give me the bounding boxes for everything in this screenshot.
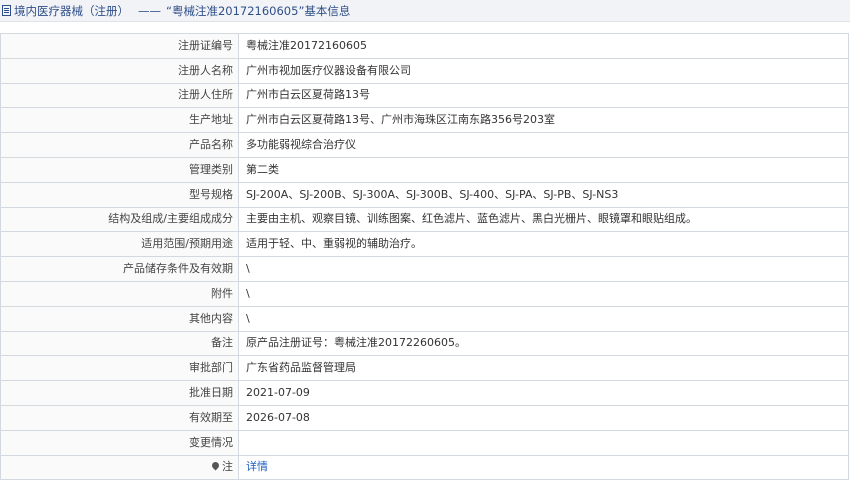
row-label: 产品储存条件及有效期 xyxy=(0,256,239,282)
table-row: 产品名称 多功能弱视综合治疗仪 xyxy=(0,132,849,158)
row-value: 广州市白云区夏荷路13号 xyxy=(238,82,849,109)
row-label: 注册人名称 xyxy=(0,57,239,84)
table-row: 注册证编号 粤械注准20172160605 xyxy=(0,33,849,59)
row-value: 适用于轻、中、重弱视的辅助治疗。 xyxy=(238,231,849,258)
table-row: 注册人住所 广州市白云区夏荷路13号 xyxy=(0,82,849,109)
table-row: 其他内容 \ xyxy=(0,305,849,332)
note-label: 注 xyxy=(222,460,233,474)
row-label: 备注 xyxy=(0,330,239,357)
note-label-cell: 注 xyxy=(0,454,239,480)
row-value: 2026-07-08 xyxy=(238,404,849,431)
row-label: 适用范围/预期用途 xyxy=(0,231,239,258)
row-label: 注册证编号 xyxy=(0,33,239,59)
row-label: 型号规格 xyxy=(0,181,239,208)
note-value-cell: 详情 xyxy=(238,454,849,480)
page-title: 境内医疗器械（注册） xyxy=(14,3,129,18)
page-subtitle: “粤械注准20172160605”基本信息 xyxy=(166,3,351,18)
table-row: 注册人名称 广州市视加医疗仪器设备有限公司 xyxy=(0,57,849,84)
table-row: 附件 \ xyxy=(0,280,849,307)
note-row: 注 详情 xyxy=(0,454,849,480)
row-label: 附件 xyxy=(0,280,239,307)
row-value: 广东省药品监督管理局 xyxy=(238,355,849,382)
row-value xyxy=(238,429,849,456)
table-row: 批准日期 2021-07-09 xyxy=(0,380,849,406)
row-label: 产品名称 xyxy=(0,132,239,158)
row-label: 结构及组成/主要组成成分 xyxy=(0,206,239,233)
table-row: 管理类别 第二类 xyxy=(0,156,849,183)
table-row: 结构及组成/主要组成成分 主要由主机、观察目镜、训练图案、红色滤片、蓝色滤片、黑… xyxy=(0,206,849,233)
row-label: 其他内容 xyxy=(0,305,239,332)
row-value: 2021-07-09 xyxy=(238,380,849,406)
row-value: SJ-200A、SJ-200B、SJ-300A、SJ-300B、SJ-400、S… xyxy=(238,181,849,208)
table-row: 生产地址 广州市白云区夏荷路13号、广州市海珠区江南东路356号203室 xyxy=(0,107,849,134)
row-value: 广州市白云区夏荷路13号、广州市海珠区江南东路356号203室 xyxy=(238,107,849,134)
table-row: 产品储存条件及有效期 \ xyxy=(0,256,849,282)
table-row: 适用范围/预期用途 适用于轻、中、重弱视的辅助治疗。 xyxy=(0,231,849,258)
row-value: 广州市视加医疗仪器设备有限公司 xyxy=(238,57,849,84)
row-label: 变更情况 xyxy=(0,429,239,456)
row-value: 多功能弱视综合治疗仪 xyxy=(238,132,849,158)
table-row: 型号规格 SJ-200A、SJ-200B、SJ-300A、SJ-300B、SJ-… xyxy=(0,181,849,208)
table-row: 审批部门 广东省药品监督管理局 xyxy=(0,355,849,382)
row-value: 原产品注册证号：粤械注准20172260605。 xyxy=(238,330,849,357)
row-label: 生产地址 xyxy=(0,107,239,134)
row-label: 有效期至 xyxy=(0,404,239,431)
location-pin-icon xyxy=(210,460,221,471)
basic-info-table: 注册证编号 粤械注准20172160605 注册人名称 广州市视加医疗仪器设备有… xyxy=(0,33,849,480)
row-value: 粤械注准20172160605 xyxy=(238,33,849,59)
row-label: 管理类别 xyxy=(0,156,239,183)
row-value: \ xyxy=(238,256,849,282)
table-row: 备注 原产品注册证号：粤械注准20172260605。 xyxy=(0,330,849,357)
row-value: 主要由主机、观察目镜、训练图案、红色滤片、蓝色滤片、黑白光栅片、眼镜罩和眼贴组成… xyxy=(238,206,849,233)
table-row: 变更情况 xyxy=(0,429,849,456)
table-row: 有效期至 2026-07-08 xyxy=(0,404,849,431)
row-value: 第二类 xyxy=(238,156,849,183)
row-value: \ xyxy=(238,305,849,332)
row-label: 审批部门 xyxy=(0,355,239,382)
document-icon xyxy=(2,5,11,16)
details-link[interactable]: 详情 xyxy=(246,460,268,473)
page-title-bar: 境内医疗器械（注册） —— “粤械注准20172160605”基本信息 xyxy=(0,0,850,22)
row-value: \ xyxy=(238,280,849,307)
row-label: 注册人住所 xyxy=(0,82,239,109)
title-separator: —— xyxy=(138,3,161,18)
row-label: 批准日期 xyxy=(0,380,239,406)
